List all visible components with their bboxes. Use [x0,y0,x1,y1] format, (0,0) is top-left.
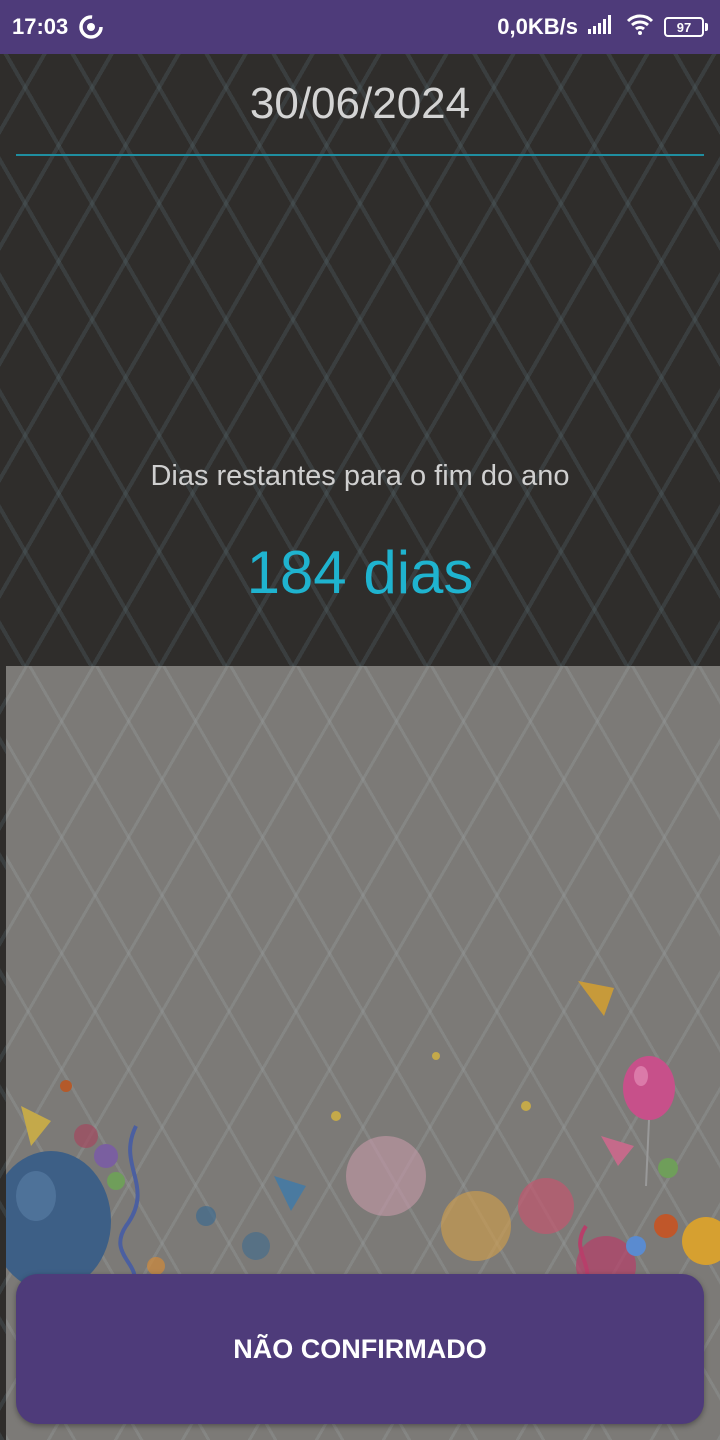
status-time: 17:03 [12,14,69,39]
not-confirmed-button-label: NÃO CONFIRMADO [233,1333,487,1364]
network-speed: 0,0KB/s [497,14,578,39]
not-confirmed-button[interactable]: NÃO CONFIRMADO [16,1274,704,1424]
date-value: 30/06/2024 [249,79,471,128]
sync-icon [78,14,104,40]
remaining-days-label: Dias restantes para o fim do ano [150,460,570,492]
wifi-icon [626,13,654,41]
remaining-days-value: 184 dias [246,539,474,606]
date-field[interactable]: 30/06/2024 [16,54,704,156]
battery-icon: 97 [664,17,708,37]
status-bar: 17:03 0,0KB/s 97 [0,0,720,54]
signal-icon [588,14,616,40]
battery-level: 97 [664,17,704,37]
